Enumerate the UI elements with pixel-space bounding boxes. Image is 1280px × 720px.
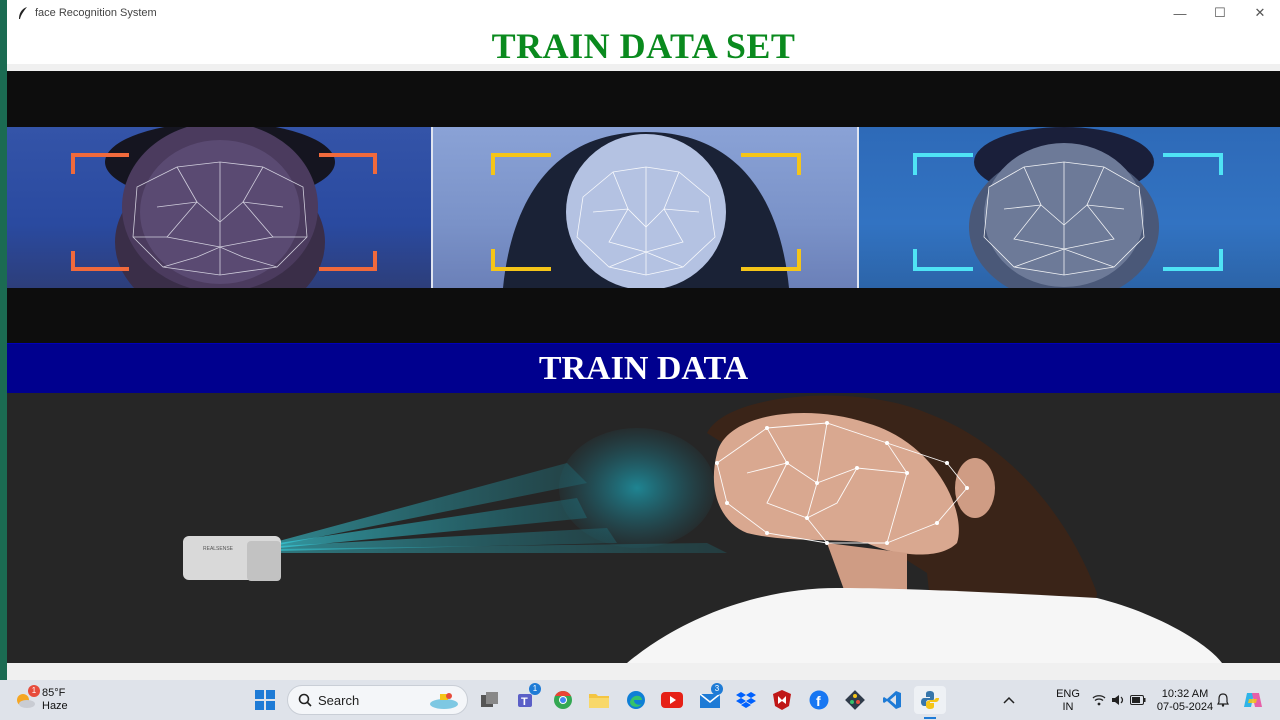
chrome-icon[interactable] — [552, 686, 574, 714]
mail-badge: 3 — [711, 683, 723, 695]
window-bottom-strip — [7, 663, 1280, 680]
weather-widget[interactable]: 1 85°F Haze — [14, 685, 104, 714]
svg-text:T: T — [521, 696, 528, 708]
task-view-icon[interactable] — [479, 686, 501, 714]
point-cloud-face — [559, 428, 715, 548]
face-image-3 — [859, 127, 1280, 288]
weather-icon: 1 — [14, 685, 40, 711]
black-panel-bottom — [7, 288, 1280, 343]
active-app-indicator — [924, 717, 936, 719]
git-icon[interactable] — [844, 686, 866, 714]
edge-icon[interactable] — [625, 686, 647, 714]
clock-time: 10:32 AM — [1161, 688, 1209, 700]
speaker-icon[interactable] — [1110, 686, 1126, 714]
copilot-icon[interactable] — [1242, 686, 1264, 714]
language-line1: ENG — [1056, 688, 1080, 700]
teams-badge: 1 — [529, 683, 541, 695]
windows-start-icon[interactable] — [254, 686, 276, 714]
facebook-icon[interactable]: f — [808, 686, 830, 714]
dropbox-icon[interactable] — [735, 686, 757, 714]
title-bar[interactable]: face Recognition System — ☐ ✕ — [7, 0, 1280, 26]
train-data-band[interactable]: TRAIN DATA — [7, 343, 1280, 393]
minimize-icon[interactable]: — — [1160, 0, 1200, 26]
face-image-1 — [7, 127, 431, 288]
page-header: TRAIN DATA SET — [7, 26, 1280, 66]
svg-text:f: f — [816, 693, 821, 709]
feather-icon — [15, 5, 31, 21]
page-title: TRAIN DATA SET — [491, 26, 796, 66]
teams-icon[interactable]: T 1 — [515, 683, 541, 714]
train-data-label: TRAIN DATA — [538, 350, 749, 387]
wifi-icon[interactable] — [1091, 686, 1107, 714]
app-window: face Recognition System — ☐ ✕ TRAIN DATA… — [0, 0, 1280, 680]
black-panel-top — [7, 71, 1280, 127]
language-indicator[interactable]: ENG IN — [1052, 688, 1084, 714]
mail-icon[interactable]: 3 — [698, 683, 723, 714]
chevron-up-icon[interactable] — [1000, 686, 1018, 714]
search-icon — [298, 693, 312, 707]
youtube-icon[interactable] — [661, 686, 683, 714]
vscode-icon[interactable] — [881, 686, 903, 714]
clock-date: 07-05-2024 — [1156, 701, 1214, 713]
scanner-device: REALSENSE — [183, 536, 281, 581]
weather-desc: Haze — [42, 700, 68, 712]
mcafee-icon[interactable] — [771, 686, 793, 714]
maximize-icon[interactable]: ☐ — [1200, 0, 1240, 26]
face-image-2 — [433, 127, 857, 288]
svg-text:REALSENSE: REALSENSE — [203, 546, 234, 552]
python-icon[interactable] — [914, 686, 946, 714]
clock[interactable]: 10:32 AM 07-05-2024 — [1154, 688, 1216, 714]
file-explorer-icon[interactable] — [588, 686, 610, 714]
bell-icon[interactable] — [1216, 686, 1230, 714]
taskbar-search[interactable]: Search — [287, 685, 468, 715]
woman-figure — [627, 395, 1222, 663]
window-title: face Recognition System — [35, 7, 157, 19]
search-highlight-icon — [429, 690, 459, 710]
search-placeholder: Search — [318, 692, 360, 708]
weather-temp: 85°F — [42, 687, 66, 699]
close-icon[interactable]: ✕ — [1240, 0, 1280, 26]
taskbar: 1 85°F Haze Search T 1 3 f ENG IN 10:32 … — [0, 680, 1280, 720]
weather-badge: 1 — [28, 685, 40, 697]
language-line2: IN — [1062, 701, 1074, 713]
face-scan-illustration: REALSENSE — [7, 393, 1280, 663]
face-banner — [7, 127, 1280, 288]
battery-icon[interactable] — [1130, 686, 1146, 714]
